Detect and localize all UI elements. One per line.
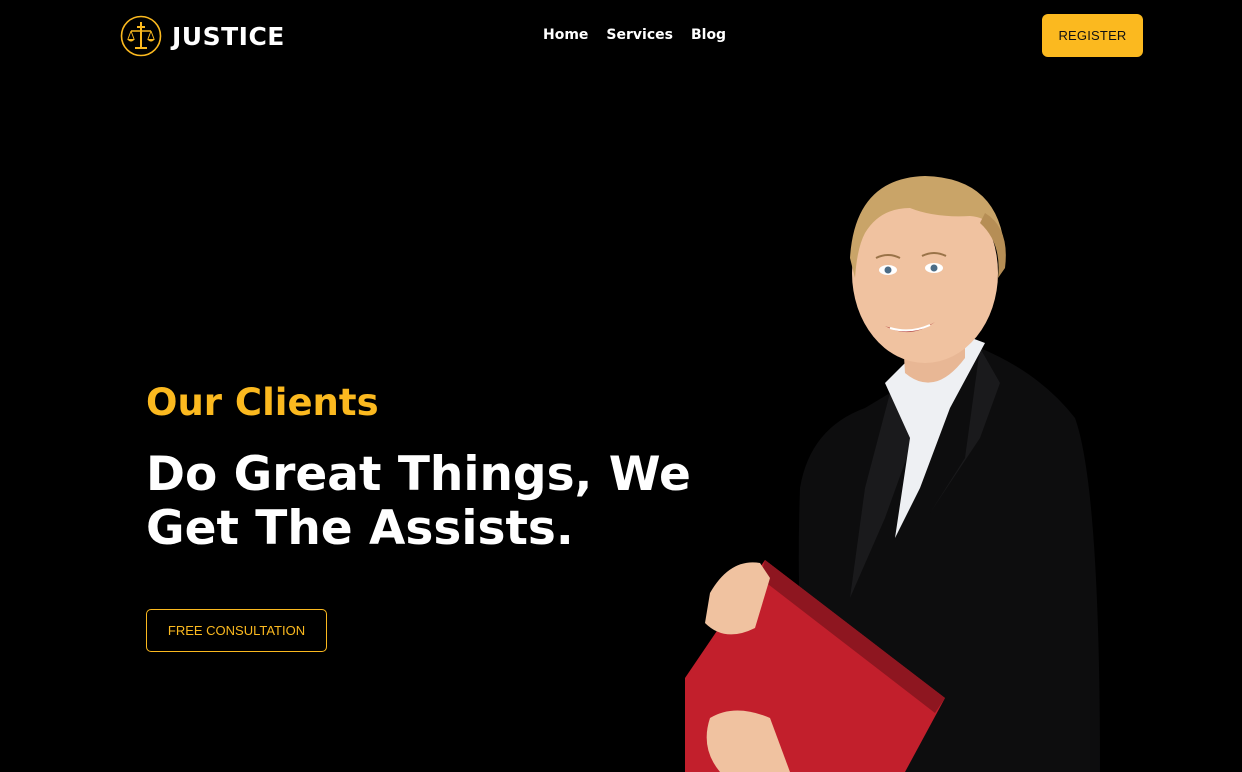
brand-name: JUSTICE bbox=[172, 21, 285, 51]
scales-sword-icon bbox=[120, 15, 162, 57]
free-consultation-button[interactable]: FREE CONSULTATION bbox=[146, 609, 327, 652]
brand-logo[interactable]: JUSTICE bbox=[120, 15, 285, 57]
register-button[interactable]: REGISTER bbox=[1042, 14, 1143, 57]
nav-item-services[interactable]: Services bbox=[606, 27, 673, 43]
hero-portrait-image bbox=[685, 176, 1100, 772]
nav-item-blog[interactable]: Blog bbox=[691, 27, 726, 43]
hero-headline-line-1: Do Great Things, We bbox=[146, 447, 691, 502]
hero-eyebrow: Our Clients bbox=[146, 381, 379, 424]
hero-headline-line-2: Get The Assists. bbox=[146, 501, 574, 556]
nav-item-home[interactable]: Home bbox=[543, 27, 588, 43]
main-nav: Home Services Blog bbox=[543, 27, 726, 43]
hero-headline: Do Great Things, We Get The Assists. bbox=[146, 448, 706, 556]
